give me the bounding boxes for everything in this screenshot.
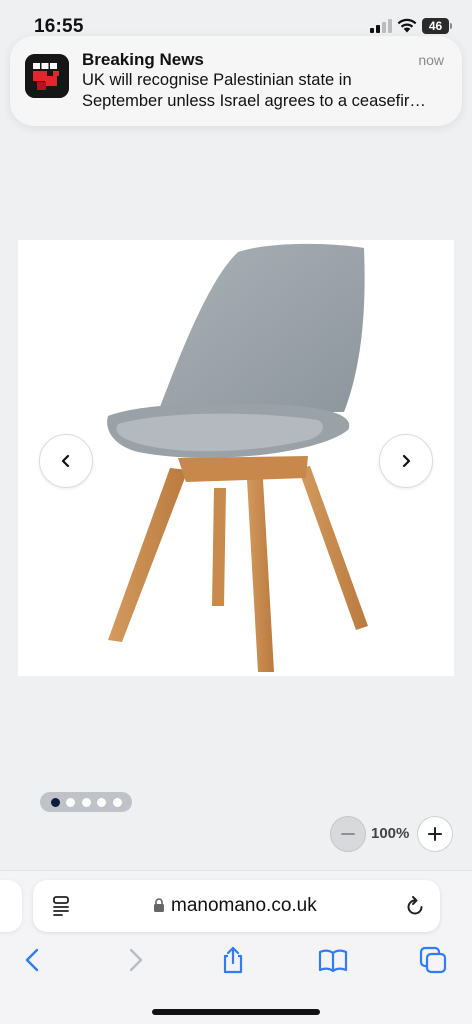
tabs-icon[interactable] — [418, 945, 448, 975]
notification-body-line: September unless Israel agrees to a ceas… — [82, 92, 426, 110]
reload-icon[interactable] — [403, 894, 427, 918]
zoom-in-button[interactable] — [417, 816, 453, 852]
address-bar[interactable]: manomano.co.uk — [33, 880, 440, 932]
home-indicator — [152, 1009, 320, 1015]
notification-body: UK will recognise Palestinian state in S… — [82, 70, 448, 112]
pagination-dot-active[interactable] — [50, 797, 60, 807]
notification-banner[interactable]: Breaking News now UK will recognise Pale… — [10, 36, 462, 126]
pagination-dot[interactable] — [97, 797, 106, 807]
image-pagination[interactable] — [40, 792, 132, 812]
pagination-dot[interactable] — [66, 797, 75, 807]
zoom-out-button[interactable] — [330, 816, 366, 852]
chevron-left-icon — [61, 454, 70, 468]
notification-time: now — [418, 52, 444, 68]
carousel-prev-button[interactable] — [39, 434, 93, 488]
pagination-dot[interactable] — [112, 797, 122, 807]
forward-icon[interactable] — [120, 945, 150, 975]
wifi-icon — [397, 18, 417, 33]
minus-icon — [341, 833, 355, 835]
notification-body-line: UK will recognise Palestinian state in — [82, 71, 352, 89]
lock-icon — [154, 898, 164, 912]
bbc-news-icon — [25, 54, 69, 98]
share-icon[interactable] — [218, 945, 248, 975]
notification-title: Breaking News — [82, 50, 204, 69]
cellular-signal-icon — [370, 19, 392, 33]
chevron-right-icon — [402, 454, 411, 468]
battery-level: 46 — [428, 19, 443, 33]
carousel-next-button[interactable] — [379, 434, 433, 488]
adjacent-tab-preview[interactable] — [0, 880, 22, 932]
reader-icon[interactable] — [51, 895, 73, 917]
battery-indicator: 46 — [422, 18, 452, 34]
bookmarks-icon[interactable] — [318, 945, 348, 975]
url-text[interactable]: manomano.co.uk — [171, 895, 317, 917]
back-icon[interactable] — [18, 945, 48, 975]
pagination-dot[interactable] — [81, 797, 91, 807]
zoom-level: 100% — [371, 825, 410, 842]
status-time: 16:55 — [34, 16, 84, 37]
plus-icon — [428, 827, 442, 841]
